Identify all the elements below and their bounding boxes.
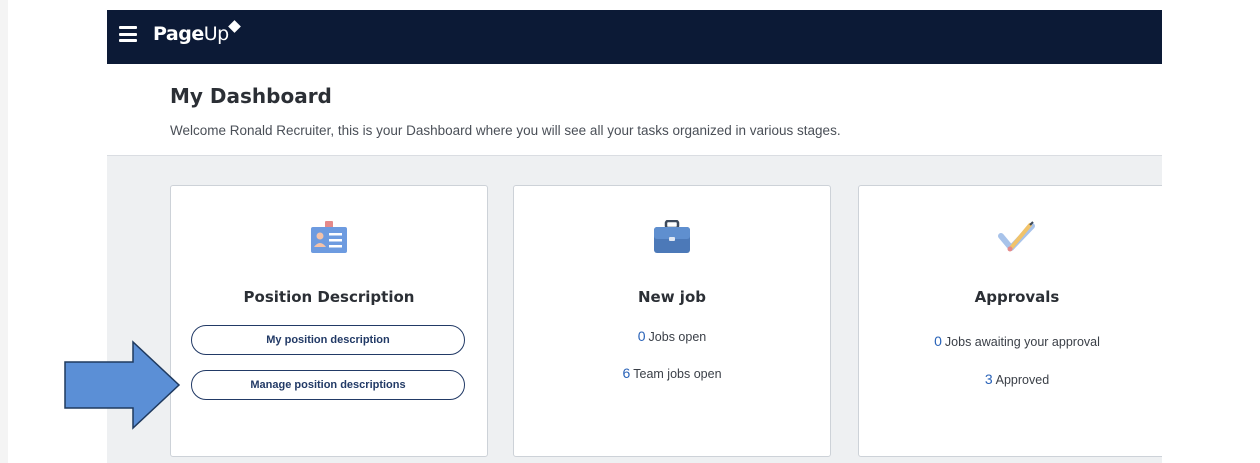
top-nav-bar: PageUp [107,10,1162,64]
jobs-open-stat[interactable]: 0 Jobs open [514,328,830,344]
stat-value[interactable]: 6 [622,365,630,381]
position-description-card: Position Description My position descrip… [170,185,488,457]
stat-value[interactable]: 0 [638,328,646,344]
stat-value[interactable]: 0 [934,333,942,349]
my-position-description-button[interactable]: My position description [191,325,465,355]
logo-text-light: Up [203,23,229,45]
pageup-logo[interactable]: PageUp [153,20,241,45]
stat-label: Jobs awaiting your approval [944,335,1100,349]
stat-label: Jobs open [648,330,707,344]
pointer-arrow-icon [64,340,181,430]
card-title: Position Description [243,288,415,306]
approved-stat[interactable]: 3 Approved [859,371,1162,387]
checkmark-pencil-icon [997,220,1037,254]
card-title: Approvals [974,288,1060,306]
hamburger-menu-icon[interactable] [119,26,137,42]
dashboard-header: My Dashboard Welcome Ronald Recruiter, t… [107,64,1162,156]
stat-label: Approved [995,373,1050,387]
team-jobs-open-stat[interactable]: 6 Team jobs open [514,365,830,381]
jobs-awaiting-approval-stat[interactable]: 0 Jobs awaiting your approval [859,333,1162,349]
welcome-message: Welcome Ronald Recruiter, this is your D… [170,123,841,138]
new-job-card: New job 0 Jobs open 6 Team jobs open [513,185,831,457]
stat-value[interactable]: 3 [985,371,993,387]
manage-position-descriptions-button[interactable]: Manage position descriptions [191,370,465,400]
approvals-card: Approvals 0 Jobs awaiting your approval 3… [858,185,1162,457]
card-title: New job [638,288,706,306]
briefcase-icon [652,219,692,254]
stat-label: Team jobs open [633,367,722,381]
logo-diamond-icon [227,20,241,33]
id-card-icon [309,220,349,254]
page-title: My Dashboard [170,84,332,108]
outer-margin [0,0,8,463]
logo-text-bold: Page [153,23,204,45]
app-window: PageUp My Dashboard Welcome Ronald Recru… [107,10,1162,463]
